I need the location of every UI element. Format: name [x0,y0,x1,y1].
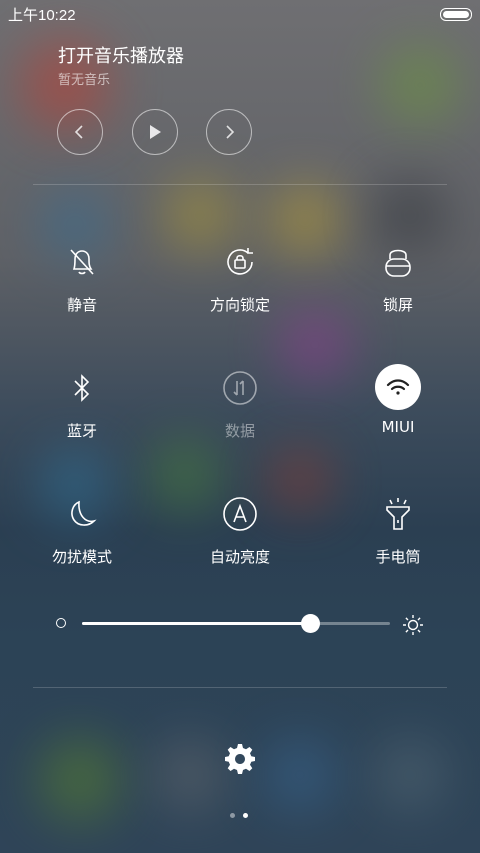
play-button[interactable] [132,109,178,155]
wifi-icon [375,364,421,410]
brightness-slider[interactable] [82,614,390,633]
play-icon [150,125,161,139]
music-subtitle: 暂无音乐 [58,73,111,88]
status-time: 上午10:22 [8,7,76,24]
divider [33,184,447,185]
tile-lock-screen[interactable]: 锁屏 [333,238,463,315]
tile-label: 手电筒 [375,548,421,566]
tile-label: 数据 [224,422,255,440]
chevron-left-icon [74,125,83,139]
music-title[interactable]: 打开音乐播放器 [58,42,184,68]
tile-flashlight[interactable]: 手电筒 [333,490,463,567]
tile-label: 自动亮度 [209,548,270,566]
tile-rotation-lock[interactable]: 方向锁定 [175,238,305,315]
tile-label: 勿扰模式 [51,548,112,566]
brightness-slider-fill [82,622,310,625]
tile-do-not-disturb[interactable]: 勿扰模式 [17,490,147,567]
brightness-high-icon [403,615,423,635]
tile-mobile-data[interactable]: 数据 [175,364,305,441]
tile-label: 锁屏 [382,296,413,314]
settings-button[interactable] [224,742,256,778]
flashlight-icon [374,490,422,538]
page-indicator-dot-active [243,813,248,818]
tile-auto-brightness[interactable]: 自动亮度 [175,490,305,567]
next-button[interactable] [206,109,252,155]
tile-label: MIUI [381,418,415,436]
battery-icon [440,8,472,21]
tile-label: 静音 [66,296,97,314]
mobile-data-icon [216,364,264,412]
tile-wifi[interactable]: MIUI [333,364,463,436]
gear-icon [225,744,255,774]
lock-icon [374,238,422,286]
tile-bluetooth[interactable]: 蓝牙 [17,364,147,441]
tile-label: 方向锁定 [209,296,270,314]
divider [33,687,447,688]
tile-label: 蓝牙 [66,422,97,440]
chevron-right-icon [226,125,235,139]
page-indicator-dot [230,813,235,818]
auto-brightness-icon [216,490,264,538]
bluetooth-icon [58,364,106,412]
bell-off-icon [58,238,106,286]
brightness-low-icon [56,618,66,628]
moon-icon [58,490,106,538]
tile-mute[interactable]: 静音 [17,238,147,315]
previous-button[interactable] [57,109,103,155]
brightness-slider-thumb[interactable] [300,614,320,633]
rotation-lock-icon [216,238,264,286]
